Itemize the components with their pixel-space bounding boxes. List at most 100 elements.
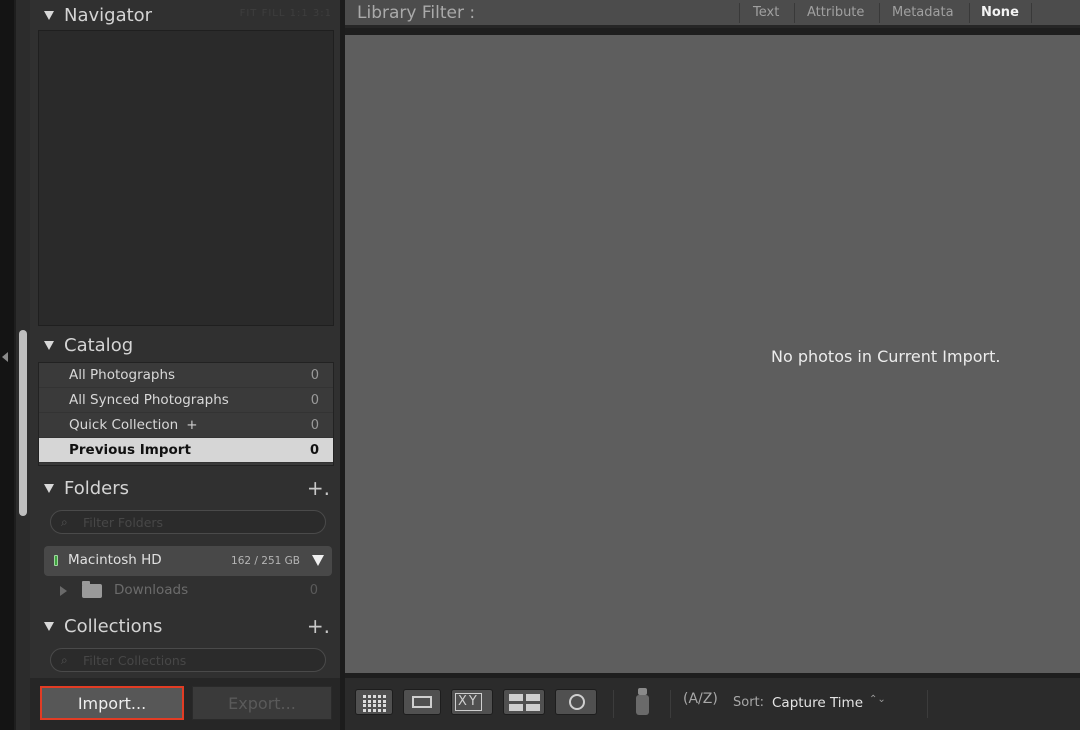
catalog-item-count: 0 [310, 393, 319, 408]
catalog-item-label: All Photographs [69, 367, 176, 383]
loupe-view-button[interactable] [403, 689, 441, 715]
grid-view-icon-cell [373, 695, 376, 698]
compare-view-button[interactable]: XY [451, 689, 493, 715]
import-export-bar: Import... Export... [30, 678, 340, 730]
grid-view-icon-cell [383, 704, 386, 707]
filter-separator [794, 3, 795, 23]
grid-view-icon-cell [363, 695, 366, 698]
folder-name: Downloads [114, 582, 189, 598]
catalog-item-label: All Synced Photographs [69, 392, 229, 408]
library-filter-title: Library Filter : [357, 3, 476, 23]
survey-view-icon [526, 694, 540, 701]
folders-expand-triangle-icon [44, 483, 54, 493]
folder-disclosure-triangle-icon[interactable] [60, 586, 67, 596]
library-toolbar: XY (A/Z) Sort: Capture Time ⌃⌄ [345, 678, 1080, 730]
left-edge-strip [0, 0, 14, 730]
catalog-item-previous-import[interactable]: Previous Import 0 [39, 438, 333, 463]
catalog-item-count: 0 [309, 443, 319, 458]
catalog-list: All Photographs 0 All Synced Photographs… [38, 362, 334, 466]
filter-separator [1031, 3, 1032, 23]
survey-view-button[interactable] [503, 689, 545, 715]
compare-view-icon: XY [455, 693, 482, 711]
grid-view-button[interactable] [355, 689, 393, 715]
navigator-zoom-options[interactable]: FIT FILL 1:1 3:1 [240, 8, 332, 19]
grid-view-icon-cell [373, 708, 376, 712]
catalog-item-count: 0 [310, 368, 319, 383]
navigator-title: Navigator [64, 4, 153, 26]
collapse-panel-arrow-icon[interactable] [2, 352, 8, 362]
import-button[interactable]: Import... [40, 686, 184, 720]
volume-status-led-icon [54, 555, 58, 566]
grid-view-icon-cell [363, 699, 366, 703]
export-button[interactable]: Export... [192, 686, 332, 720]
filter-folders-input[interactable]: ⌕ Filter Folders [50, 510, 326, 534]
sort-chevron-icon[interactable]: ⌃⌄ [869, 694, 886, 705]
grid-view-icon-cell [378, 704, 381, 707]
search-icon: ⌕ [61, 653, 68, 667]
toolbar-separator [927, 690, 928, 718]
catalog-item-label: Quick Collection [69, 417, 179, 433]
volume-macintosh-hd[interactable]: Macintosh HD 162 / 251 GB [44, 546, 332, 576]
grid-view-icon-cell [378, 695, 381, 698]
filter-separator [739, 3, 740, 23]
people-view-button[interactable] [555, 689, 597, 715]
folders-title: Folders [64, 477, 130, 499]
add-folder-plus-icon[interactable]: +. [307, 476, 330, 500]
grid-view-icon-cell [368, 699, 371, 703]
catalog-item-label: Previous Import [69, 442, 191, 458]
empty-grid-message: No photos in Current Import. [771, 347, 1001, 366]
filter-tab-text[interactable]: Text [753, 5, 779, 20]
folders-header[interactable]: Folders +. [30, 473, 340, 503]
grid-view-icon-cell [368, 695, 371, 698]
volume-name: Macintosh HD [68, 552, 162, 568]
survey-view-icon [526, 704, 540, 711]
catalog-item-all-photographs[interactable]: All Photographs 0 [39, 363, 333, 388]
survey-view-icon [509, 694, 523, 701]
filter-separator [879, 3, 880, 23]
filter-collections-input[interactable]: ⌕ Filter Collections [50, 648, 326, 672]
left-panel-scrollbar-thumb[interactable] [19, 330, 27, 516]
filter-folders-placeholder: Filter Folders [83, 515, 164, 530]
library-filter-bar: Library Filter : Text Attribute Metadata… [345, 0, 1080, 28]
left-panel: Navigator FIT FILL 1:1 3:1 Catalog All P… [30, 0, 340, 730]
painter-spray-can-icon[interactable] [634, 686, 650, 716]
collections-title: Collections [64, 615, 163, 637]
navigator-header[interactable]: Navigator FIT FILL 1:1 3:1 [30, 0, 340, 30]
grid-view-icon-cell [373, 699, 376, 703]
toolbar-separator [670, 690, 671, 718]
folder-item-downloads[interactable]: Downloads 0 [44, 578, 332, 604]
people-view-icon [569, 694, 585, 710]
grid-view-icon-cell [368, 708, 371, 712]
grid-view-icon-cell [373, 704, 376, 707]
folder-icon [82, 581, 102, 598]
quick-collection-plus-icon: + [186, 417, 198, 433]
sort-label: Sort: [733, 695, 765, 710]
catalog-item-quick-collection[interactable]: Quick Collection + 0 [39, 413, 333, 438]
survey-view-icon [509, 704, 523, 711]
spray-can-cap [638, 688, 647, 695]
sort-direction-icon[interactable]: (A/Z) [683, 691, 718, 707]
grid-view-icon-cell [363, 704, 366, 707]
volume-menu-triangle-icon[interactable] [312, 555, 324, 566]
grid-view-icon-cell [368, 704, 371, 707]
filter-tab-none[interactable]: None [981, 5, 1019, 20]
filter-collections-placeholder: Filter Collections [83, 653, 187, 668]
grid-view-icon-cell [378, 708, 381, 712]
catalog-item-count: 0 [310, 418, 319, 433]
filter-separator [969, 3, 970, 23]
filter-tab-metadata[interactable]: Metadata [892, 5, 954, 20]
add-collection-plus-icon[interactable]: +. [307, 614, 330, 638]
catalog-item-all-synced-photographs[interactable]: All Synced Photographs 0 [39, 388, 333, 413]
sort-value[interactable]: Capture Time [772, 695, 863, 711]
toolbar-separator [613, 690, 614, 718]
collections-header[interactable]: Collections +. [30, 611, 340, 641]
filter-tab-attribute[interactable]: Attribute [807, 5, 864, 20]
folder-count: 0 [309, 583, 318, 598]
loupe-view-icon [412, 696, 432, 708]
navigator-preview[interactable] [38, 30, 334, 326]
photo-grid-area[interactable]: No photos in Current Import. [345, 35, 1080, 673]
grid-view-icon-cell [363, 708, 366, 712]
grid-view-icon-cell [383, 708, 386, 712]
catalog-header[interactable]: Catalog [30, 330, 340, 360]
search-icon: ⌕ [61, 515, 68, 529]
